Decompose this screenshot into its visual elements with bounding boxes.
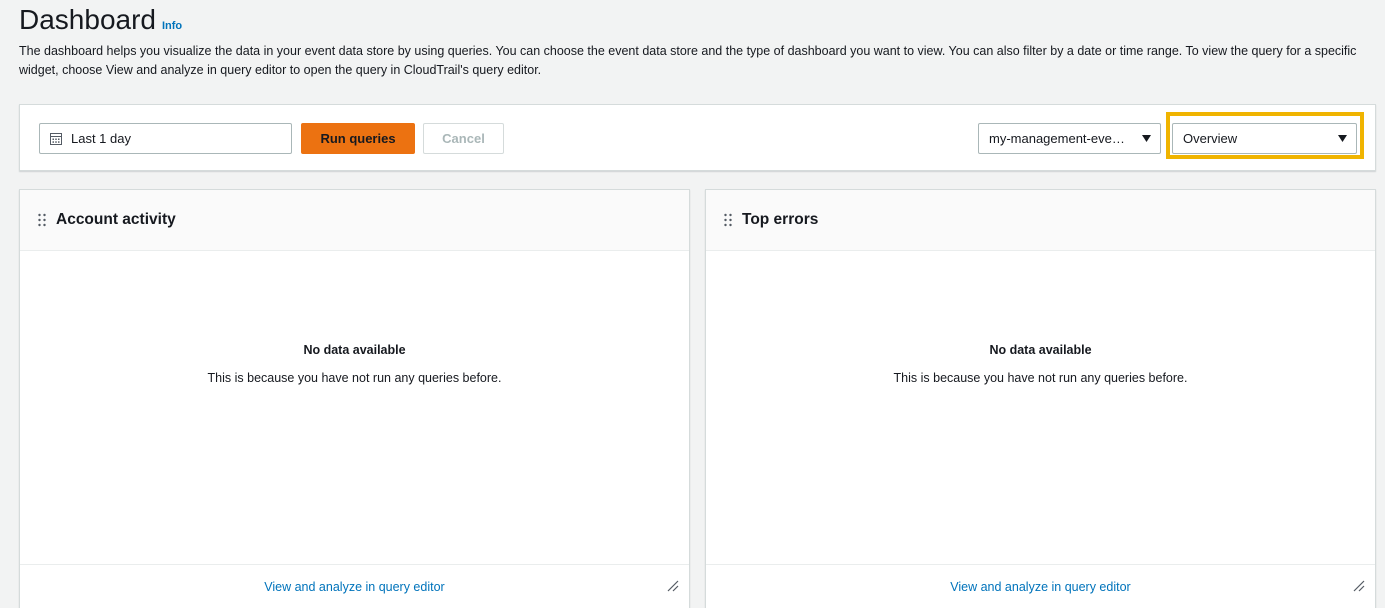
widget-header: Top errors — [706, 190, 1375, 251]
calendar-icon — [50, 132, 62, 145]
drag-handle-icon[interactable] — [723, 213, 733, 227]
empty-state-title: No data available — [989, 343, 1092, 357]
page-title: Dashboard — [19, 4, 156, 35]
widget-header: Account activity — [20, 190, 689, 251]
empty-state: No data available This is because you ha… — [706, 343, 1375, 385]
empty-state-title: No data available — [303, 343, 406, 357]
widget-title: Account activity — [56, 211, 176, 228]
dashboard-toolbar: Last 1 day Run queries Cancel my-managem… — [19, 104, 1376, 171]
date-range-value: Last 1 day — [71, 131, 131, 146]
page-description: The dashboard helps you visualize the da… — [19, 44, 1357, 77]
top-errors-widget: Top errors No data available This is bec… — [705, 189, 1376, 608]
date-range-picker[interactable]: Last 1 day — [39, 123, 292, 154]
page-header: Dashboard Info — [19, 4, 182, 36]
dashboard-type-select[interactable]: Overview — [1172, 123, 1357, 154]
resize-handle-icon[interactable] — [667, 580, 679, 592]
widget-footer: View and analyze in query editor — [706, 564, 1375, 608]
empty-state-message: This is because you have not run any que… — [893, 371, 1188, 385]
caret-down-icon — [1328, 135, 1356, 142]
view-in-query-editor-link[interactable]: View and analyze in query editor — [264, 580, 444, 594]
run-queries-button[interactable]: Run queries — [301, 123, 415, 154]
event-data-store-select[interactable]: my-management-eve… — [978, 123, 1161, 154]
account-activity-widget: Account activity No data available This … — [19, 189, 690, 608]
cancel-button[interactable]: Cancel — [423, 123, 504, 154]
widget-footer: View and analyze in query editor — [20, 564, 689, 608]
empty-state: No data available This is because you ha… — [20, 343, 689, 385]
info-link[interactable]: Info — [162, 20, 182, 32]
drag-handle-icon[interactable] — [37, 213, 47, 227]
resize-handle-icon[interactable] — [1353, 580, 1365, 592]
empty-state-message: This is because you have not run any que… — [207, 371, 502, 385]
dashboard-type-value: Overview — [1183, 131, 1238, 146]
widget-title: Top errors — [742, 211, 819, 228]
caret-down-icon — [1132, 135, 1160, 142]
event-data-store-value: my-management-eve… — [989, 131, 1125, 146]
view-in-query-editor-link[interactable]: View and analyze in query editor — [950, 580, 1130, 594]
